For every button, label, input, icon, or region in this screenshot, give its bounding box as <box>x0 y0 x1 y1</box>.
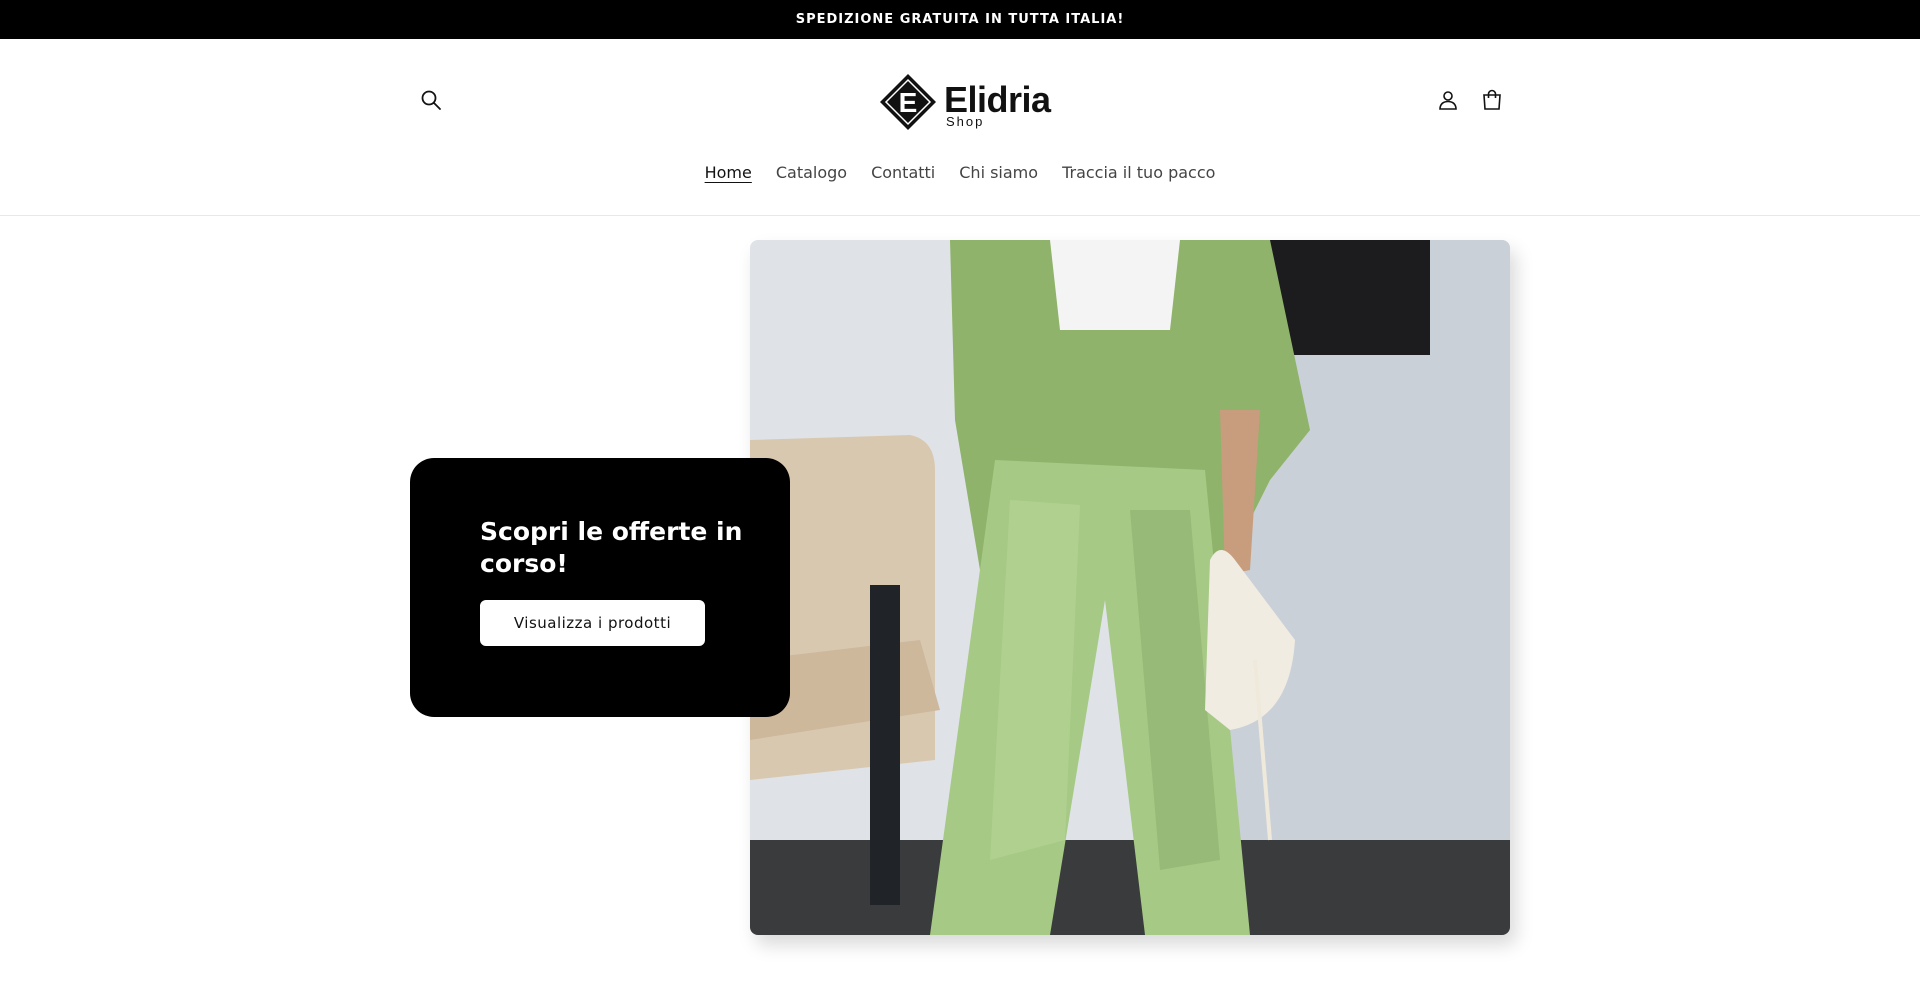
logo-subtitle: Shop <box>946 114 985 129</box>
hero-image <box>750 240 1510 935</box>
logo-letter: E <box>899 87 918 118</box>
user-icon <box>1439 91 1457 110</box>
nav-item-contatti[interactable]: Contatti <box>871 159 935 186</box>
nav-item-home[interactable]: Home <box>705 159 752 186</box>
cart-button[interactable] <box>1474 82 1510 118</box>
logo-mark: E <box>880 74 936 130</box>
promo-title: Scopri le offerte in corso! <box>480 517 743 578</box>
search-icon <box>421 90 441 110</box>
nav-item-chi-siamo[interactable]: Chi siamo <box>959 159 1038 186</box>
view-products-button[interactable]: Visualizza i prodotti <box>480 600 705 646</box>
account-button[interactable] <box>1430 82 1466 118</box>
search-button[interactable] <box>413 82 449 118</box>
cart-icon <box>1483 89 1501 110</box>
site-header: E Elidria Shop Home Catalogo Contatti Ch… <box>0 39 1920 216</box>
promo-box: Scopri le offerte in corso! Visualizza i… <box>410 458 790 717</box>
announcement-bar: SPEDIZIONE GRATUITA IN TUTTA ITALIA! <box>0 0 1920 39</box>
logo-wordmark: Elidria Shop <box>944 72 1051 132</box>
logo[interactable]: E Elidria Shop <box>878 70 1051 134</box>
announcement-text: SPEDIZIONE GRATUITA IN TUTTA ITALIA! <box>795 12 1125 27</box>
nav-item-traccia-pacco[interactable]: Traccia il tuo pacco <box>1062 159 1215 186</box>
nav-item-catalogo[interactable]: Catalogo <box>776 159 847 186</box>
main-nav: Home Catalogo Contatti Chi siamo Traccia… <box>0 159 1920 186</box>
